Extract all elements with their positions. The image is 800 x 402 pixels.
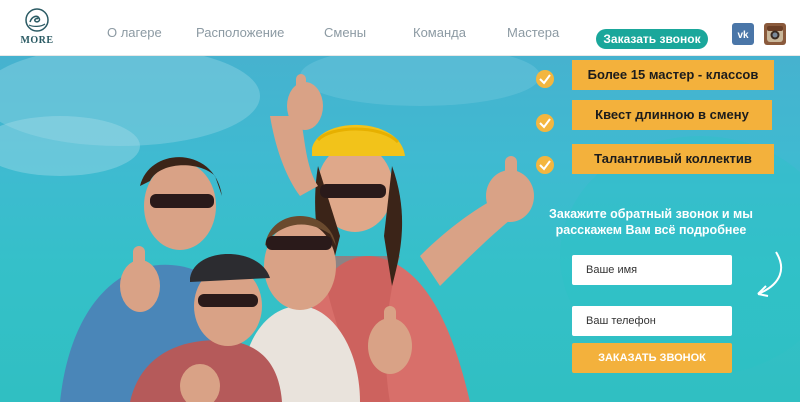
feature-quest: Квест длинною в смену xyxy=(572,100,772,130)
nav-item-team[interactable]: Команда xyxy=(413,25,466,40)
check-icon xyxy=(536,156,554,174)
svg-text:vk: vk xyxy=(737,30,749,41)
check-icon xyxy=(536,70,554,88)
instagram-icon[interactable] xyxy=(764,23,786,45)
check-icon xyxy=(536,114,554,132)
order-call-button[interactable]: Заказать звонок xyxy=(596,29,708,49)
nav-item-location[interactable]: Расположение xyxy=(196,25,284,40)
site-header: MORE О лагере Расположение Смены Команда… xyxy=(0,0,800,56)
feature-talented-team: Талантливый коллектив xyxy=(572,144,774,174)
nav-item-sessions[interactable]: Смены xyxy=(324,25,366,40)
vk-icon[interactable]: vk xyxy=(732,23,754,45)
feature-master-classes: Более 15 мастер - классов xyxy=(572,60,774,90)
nav-item-about-camp[interactable]: О лагере xyxy=(107,25,162,40)
nav-item-masters[interactable]: Мастера xyxy=(507,25,559,40)
phone-input[interactable] xyxy=(572,306,732,336)
order-call-submit-button[interactable]: ЗАКАЗАТЬ ЗВОНОК xyxy=(572,343,732,373)
curved-arrow-icon xyxy=(757,251,783,297)
callback-form-heading: Закажите обратный звонок и мы расскажем … xyxy=(549,207,753,237)
name-input[interactable] xyxy=(572,255,732,285)
hero-section: Более 15 мастер - классов Квест длинною … xyxy=(0,56,800,402)
